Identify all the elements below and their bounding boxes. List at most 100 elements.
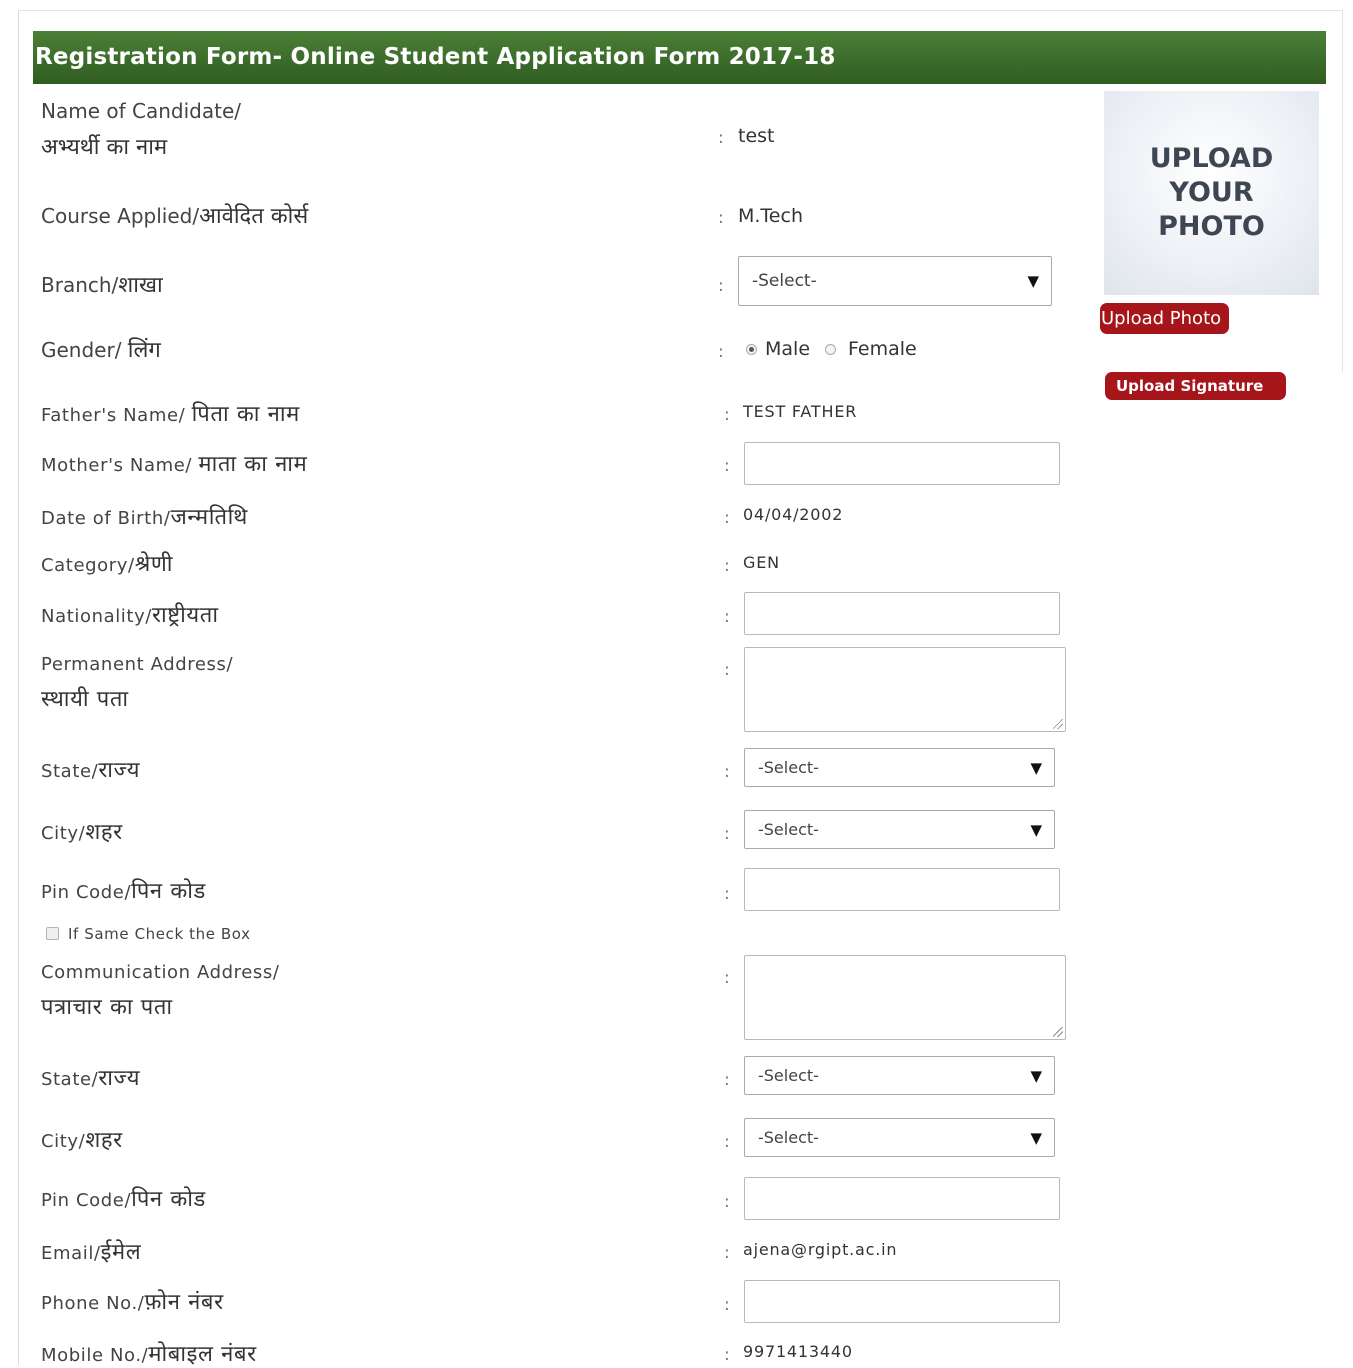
- course-value: M.Tech: [738, 205, 803, 227]
- dropdown-arrow-icon: ▼: [1030, 1066, 1042, 1085]
- permanent-pin-label: Pin Code/पिन कोड: [41, 875, 206, 905]
- permanent-city-label-hi: शहर: [85, 820, 123, 845]
- colon: :: [724, 968, 730, 988]
- colon: :: [724, 884, 730, 904]
- mother-label-hi: माता का नाम: [198, 452, 308, 477]
- communication-city-label-hi: शहर: [85, 1128, 123, 1153]
- resize-grip-icon[interactable]: [1053, 719, 1063, 729]
- upload-photo-button[interactable]: Upload Photo: [1100, 303, 1229, 334]
- nationality-label: Nationality/राष्ट्रीयता: [41, 599, 219, 629]
- branch-label-en: Branch/: [41, 273, 119, 297]
- gender-female-label: Female: [848, 338, 917, 360]
- colon: :: [724, 1070, 730, 1090]
- email-label-en: Email/: [41, 1243, 101, 1264]
- same-address-label: If Same Check the Box: [68, 925, 251, 943]
- permanent-state-select-value: -Select-: [758, 758, 819, 777]
- branch-select-value: -Select-: [752, 271, 817, 291]
- colon: :: [724, 660, 730, 680]
- communication-pin-input[interactable]: [744, 1177, 1060, 1220]
- form-header: Registration Form- Online Student Applic…: [33, 31, 1326, 84]
- phone-input[interactable]: [744, 1280, 1060, 1323]
- permanent-pin-label-hi: पिन कोड: [131, 879, 206, 904]
- colon: :: [724, 607, 730, 627]
- permanent-pin-label-en: Pin Code/: [41, 882, 132, 903]
- dropdown-arrow-icon: ▼: [1027, 272, 1039, 290]
- dob-value: 04/04/2002: [743, 505, 844, 524]
- category-label-en: Category/: [41, 555, 135, 576]
- colon: :: [724, 508, 730, 528]
- gender-label: Gender/ लिंग: [41, 334, 161, 364]
- colon: :: [718, 276, 724, 296]
- same-address-checkbox[interactable]: [46, 927, 59, 940]
- father-label: Father's Name/ पिता का नाम: [41, 398, 300, 428]
- branch-label: Branch/शाखा: [41, 269, 163, 299]
- communication-state-select-value: -Select-: [758, 1066, 819, 1085]
- gender-male-label: Male: [765, 338, 811, 360]
- email-label: Email/ईमेल: [41, 1236, 141, 1266]
- colon: :: [724, 456, 730, 476]
- communication-state-label-hi: राज्य: [98, 1066, 141, 1091]
- name-value: test: [738, 125, 775, 147]
- dob-label: Date of Birth/जन्मतिथि: [41, 501, 248, 531]
- phone-label-hi: फ़ोन नंबर: [144, 1290, 224, 1315]
- communication-city-label-en: City/: [41, 1131, 86, 1152]
- resize-grip-icon[interactable]: [1053, 1027, 1063, 1037]
- upload-signature-button[interactable]: Upload Signature: [1105, 372, 1286, 400]
- colon: :: [718, 342, 724, 362]
- permanent-address-textarea[interactable]: [744, 647, 1066, 732]
- permanent-city-select[interactable]: -Select- ▼: [744, 810, 1055, 849]
- colon: :: [724, 556, 730, 576]
- permanent-state-label: State/राज्य: [41, 754, 140, 784]
- gender-male-radio[interactable]: [746, 344, 757, 355]
- colon: :: [724, 1243, 730, 1263]
- permanent-address-label-en: Permanent Address/: [41, 654, 234, 675]
- nationality-label-hi: राष्ट्रीयता: [151, 603, 219, 628]
- phone-label-en: Phone No./: [41, 1293, 145, 1314]
- father-label-en: Father's Name/: [41, 405, 192, 426]
- communication-address-label-en: Communication Address/: [41, 962, 280, 983]
- communication-pin-label: Pin Code/पिन कोड: [41, 1183, 206, 1213]
- communication-state-select[interactable]: -Select- ▼: [744, 1056, 1055, 1095]
- branch-select[interactable]: -Select- ▼: [738, 256, 1052, 306]
- permanent-state-select[interactable]: -Select- ▼: [744, 748, 1055, 787]
- course-label-en: Course Applied/: [41, 204, 200, 228]
- gender-label-en: Gender/: [41, 338, 128, 362]
- mobile-value: 9971413440: [743, 1342, 853, 1361]
- communication-city-label: City/शहर: [41, 1124, 123, 1154]
- permanent-address-label: Permanent Address/ स्थायी पता: [41, 654, 233, 713]
- dropdown-arrow-icon: ▼: [1030, 1128, 1042, 1147]
- photo-placeholder: UPLOAD YOUR PHOTO: [1104, 91, 1319, 295]
- permanent-state-label-en: State/: [41, 761, 99, 782]
- permanent-city-label-en: City/: [41, 823, 86, 844]
- communication-pin-label-hi: पिन कोड: [131, 1187, 206, 1212]
- colon: :: [724, 1132, 730, 1152]
- mother-name-input[interactable]: [744, 442, 1060, 485]
- colon: :: [724, 824, 730, 844]
- father-label-hi: पिता का नाम: [191, 402, 300, 427]
- dob-label-hi: जन्मतिथि: [170, 505, 248, 530]
- mother-label: Mother's Name/ माता का नाम: [41, 448, 307, 478]
- permanent-pin-input[interactable]: [744, 868, 1060, 911]
- branch-label-hi: शाखा: [118, 273, 163, 298]
- mobile-label-en: Mobile No./: [41, 1345, 149, 1366]
- gender-female-radio[interactable]: [825, 344, 836, 355]
- nationality-input[interactable]: [744, 592, 1060, 635]
- category-label: Category/श्रेणी: [41, 548, 173, 578]
- category-label-hi: श्रेणी: [134, 552, 174, 577]
- dob-label-en: Date of Birth/: [41, 508, 171, 529]
- mother-label-en: Mother's Name/: [41, 455, 199, 476]
- category-value: GEN: [743, 553, 780, 572]
- email-value: ajena@rgipt.ac.in: [743, 1240, 898, 1259]
- name-label-hi: अभ्यर्थी का नाम: [41, 135, 168, 160]
- email-label-hi: ईमेल: [100, 1240, 142, 1265]
- phone-label: Phone No./फ़ोन नंबर: [41, 1286, 224, 1316]
- permanent-city-label: City/शहर: [41, 816, 123, 846]
- communication-city-select[interactable]: -Select- ▼: [744, 1118, 1055, 1157]
- communication-address-textarea[interactable]: [744, 955, 1066, 1040]
- colon: :: [718, 208, 724, 228]
- permanent-address-label-hi: स्थायी पता: [41, 687, 129, 712]
- communication-state-label: State/राज्य: [41, 1062, 140, 1092]
- dropdown-arrow-icon: ▼: [1030, 820, 1042, 839]
- mobile-label: Mobile No./मोबाइल नंबर: [41, 1338, 257, 1368]
- communication-state-label-en: State/: [41, 1069, 99, 1090]
